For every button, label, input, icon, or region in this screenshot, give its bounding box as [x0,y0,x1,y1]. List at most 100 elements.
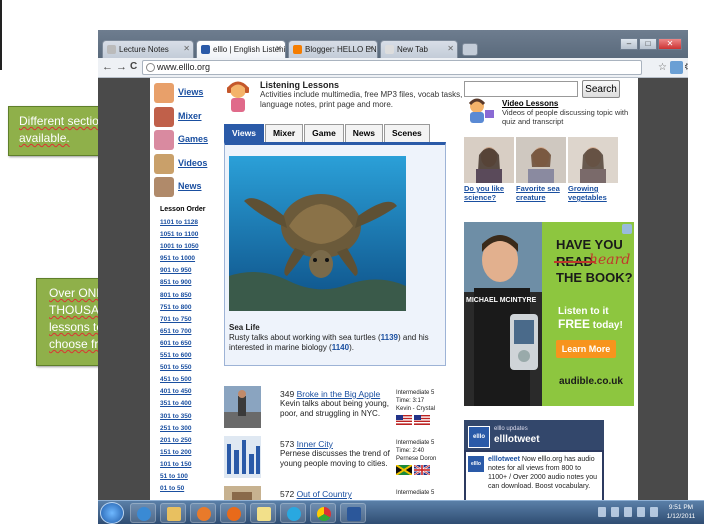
minimize-button[interactable]: – [620,38,638,50]
tweet-author-link[interactable]: elllotweet [488,456,520,463]
search-input[interactable] [464,81,578,97]
taskbar-firefox[interactable] [220,503,246,523]
taskbar-notes[interactable] [250,503,276,523]
address-bar[interactable]: www.elllo.org [142,60,642,75]
section-link-videos[interactable]: Videos [178,158,207,168]
tray-icon[interactable] [650,507,658,517]
lesson-thumbnail[interactable] [224,486,261,500]
lesson-range-link[interactable]: 701 to 750 [160,314,199,326]
volume-icon[interactable] [637,507,645,517]
section-link-games[interactable]: Games [178,134,208,144]
video-caption-vegetables[interactable]: Growing vegetables [568,184,624,202]
search-button[interactable]: Search [582,80,620,98]
lesson-range-link[interactable]: 1001 to 1050 [160,241,199,253]
tab-close-icon[interactable]: ✕ [183,44,190,53]
tab-close-icon[interactable]: ✕ [447,44,454,53]
tweet-avatar: elllo [468,456,484,472]
tab-scenes[interactable]: Scenes [384,124,430,142]
audible-ad[interactable]: MICHAEL MCINTYRE HAVE YOU READ heard THE… [464,222,634,406]
lesson-range-link[interactable]: 51 to 100 [160,471,199,483]
tab-game[interactable]: Game [304,124,344,142]
video-thumbnail[interactable] [516,137,566,183]
updates-handle[interactable]: elllotweet [494,434,540,445]
lesson-range-link[interactable]: 451 to 500 [160,374,199,386]
lesson-range-link[interactable]: 951 to 1000 [160,253,199,265]
tab-elllo[interactable]: elllo | English Listening Onl ✕ [196,40,286,58]
lesson-range-link[interactable]: 301 to 350 [160,411,199,423]
section-item-mixer[interactable]: Mixer [154,106,214,130]
video-caption-science[interactable]: Do you like science? [464,184,520,202]
taskbar-clock[interactable]: 9:51 PM 1/12/2011 [662,503,700,521]
section-item-views[interactable]: Views [154,82,214,106]
lesson-range-link[interactable]: 851 to 900 [160,277,199,289]
lesson-title-link[interactable]: Inner City [297,439,333,449]
start-button[interactable] [100,502,124,524]
tray-icon[interactable] [611,507,619,517]
lesson-link-1140[interactable]: 1140 [332,343,349,352]
tab-lecture-notes[interactable]: Lecture Notes ✕ [102,40,194,58]
lesson-range-link[interactable]: 501 to 550 [160,362,199,374]
tab-mixer[interactable]: Mixer [264,124,304,142]
lesson-range-link[interactable]: 101 to 150 [160,459,199,471]
new-tab-button[interactable] [462,43,478,56]
lesson-range-link[interactable]: 601 to 650 [160,338,199,350]
lesson-range-link[interactable]: 901 to 950 [160,265,199,277]
word-icon [347,507,361,521]
section-item-videos[interactable]: Videos [154,153,214,177]
sea-turtle-image[interactable] [229,156,406,311]
lesson-range-link[interactable]: 1101 to 1128 [160,217,199,229]
lesson-range-link[interactable]: 151 to 200 [160,447,199,459]
maximize-button[interactable]: □ [639,38,657,50]
video-lessons-desc: Videos of people discussing topic with q… [502,108,629,126]
close-button[interactable]: ✕ [658,38,682,50]
section-item-news[interactable]: News [154,176,214,200]
section-link-mixer[interactable]: Mixer [178,111,202,121]
back-button[interactable]: ← [102,61,113,73]
lesson-range-link[interactable]: 751 to 800 [160,302,199,314]
tab-news[interactable]: News [344,124,384,142]
taskbar-word[interactable] [340,503,366,523]
lesson-range-link[interactable]: 651 to 700 [160,326,199,338]
taskbar-ie[interactable] [130,503,156,523]
lesson-range-link[interactable]: 801 to 850 [160,290,199,302]
lesson-range-link[interactable]: 401 to 450 [160,386,199,398]
lesson-range-link[interactable]: 351 to 400 [160,398,199,410]
games-icon [154,130,174,150]
tab-views[interactable]: Views [224,124,264,142]
taskbar-explorer[interactable] [160,503,186,523]
section-item-games[interactable]: Games [154,129,214,153]
tab-close-icon[interactable]: ✕ [275,44,282,53]
forward-button[interactable]: → [116,61,127,73]
wrench-icon[interactable]: ⚙ [682,61,688,74]
lesson-range-link[interactable]: 201 to 250 [160,435,199,447]
lesson-link-1139[interactable]: 1139 [381,333,398,342]
video-caption-sea-creature[interactable]: Favorite sea creature [516,184,572,202]
reload-button[interactable]: C [130,61,137,72]
taskbar-skype[interactable] [280,503,306,523]
section-link-news[interactable]: News [178,181,202,191]
lesson-thumbnail[interactable] [224,436,261,478]
lesson-range-link[interactable]: 01 to 50 [160,483,199,495]
video-thumbnail[interactable] [568,137,618,183]
network-icon[interactable] [624,507,632,517]
lesson-range-link[interactable]: 251 to 300 [160,423,199,435]
tab-close-icon[interactable]: ✕ [367,44,374,53]
section-link-views[interactable]: Views [178,87,203,97]
lesson-title-link[interactable]: Out of Country [297,489,352,499]
lesson-title-link[interactable]: Broke in the Big Apple [297,389,381,399]
video-thumbnail[interactable] [464,137,514,183]
mixer-icon [154,106,174,127]
tray-icon[interactable] [598,507,606,517]
lesson-range-link[interactable]: 1051 to 1100 [160,229,199,241]
taskbar-chrome[interactable] [310,503,336,523]
lesson-range-link[interactable]: 551 to 600 [160,350,199,362]
learn-more-button[interactable]: Learn More [556,340,616,358]
taskbar-media[interactable] [190,503,216,523]
bookmark-star-icon[interactable]: ☆ [656,61,669,74]
tab-blogger[interactable]: Blogger: HELLO ENGLISH - ✕ [288,40,378,58]
tab-bar: Lecture Notes ✕ elllo | English Listenin… [98,30,688,58]
lesson-thumbnail[interactable] [224,386,261,428]
ad-choices-icon[interactable] [622,224,632,234]
video-lessons-link[interactable]: Video Lessons [502,99,558,108]
tab-new-tab[interactable]: New Tab ✕ [380,40,458,58]
